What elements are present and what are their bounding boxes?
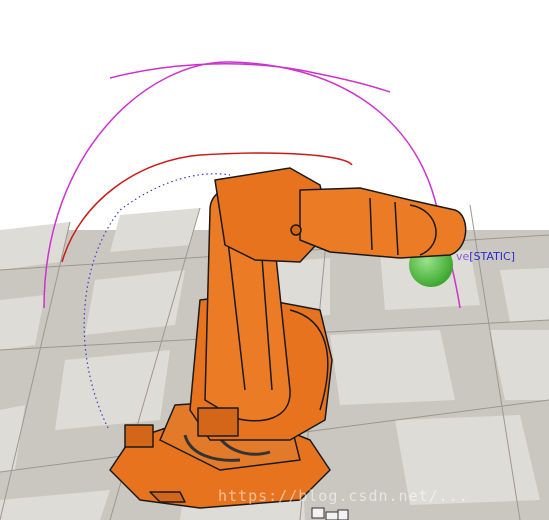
target-label-text: [STATIC] bbox=[469, 250, 516, 263]
3d-viewport[interactable]: ve[STATIC] https://blog.csdn.net/... bbox=[0, 0, 549, 520]
watermark: https://blog.csdn.net/... bbox=[218, 487, 469, 505]
trajectory-outer-arc-top bbox=[109, 63, 391, 93]
target-label-prefix: ve bbox=[456, 250, 470, 263]
target-label: ve[STATIC] bbox=[456, 250, 515, 263]
